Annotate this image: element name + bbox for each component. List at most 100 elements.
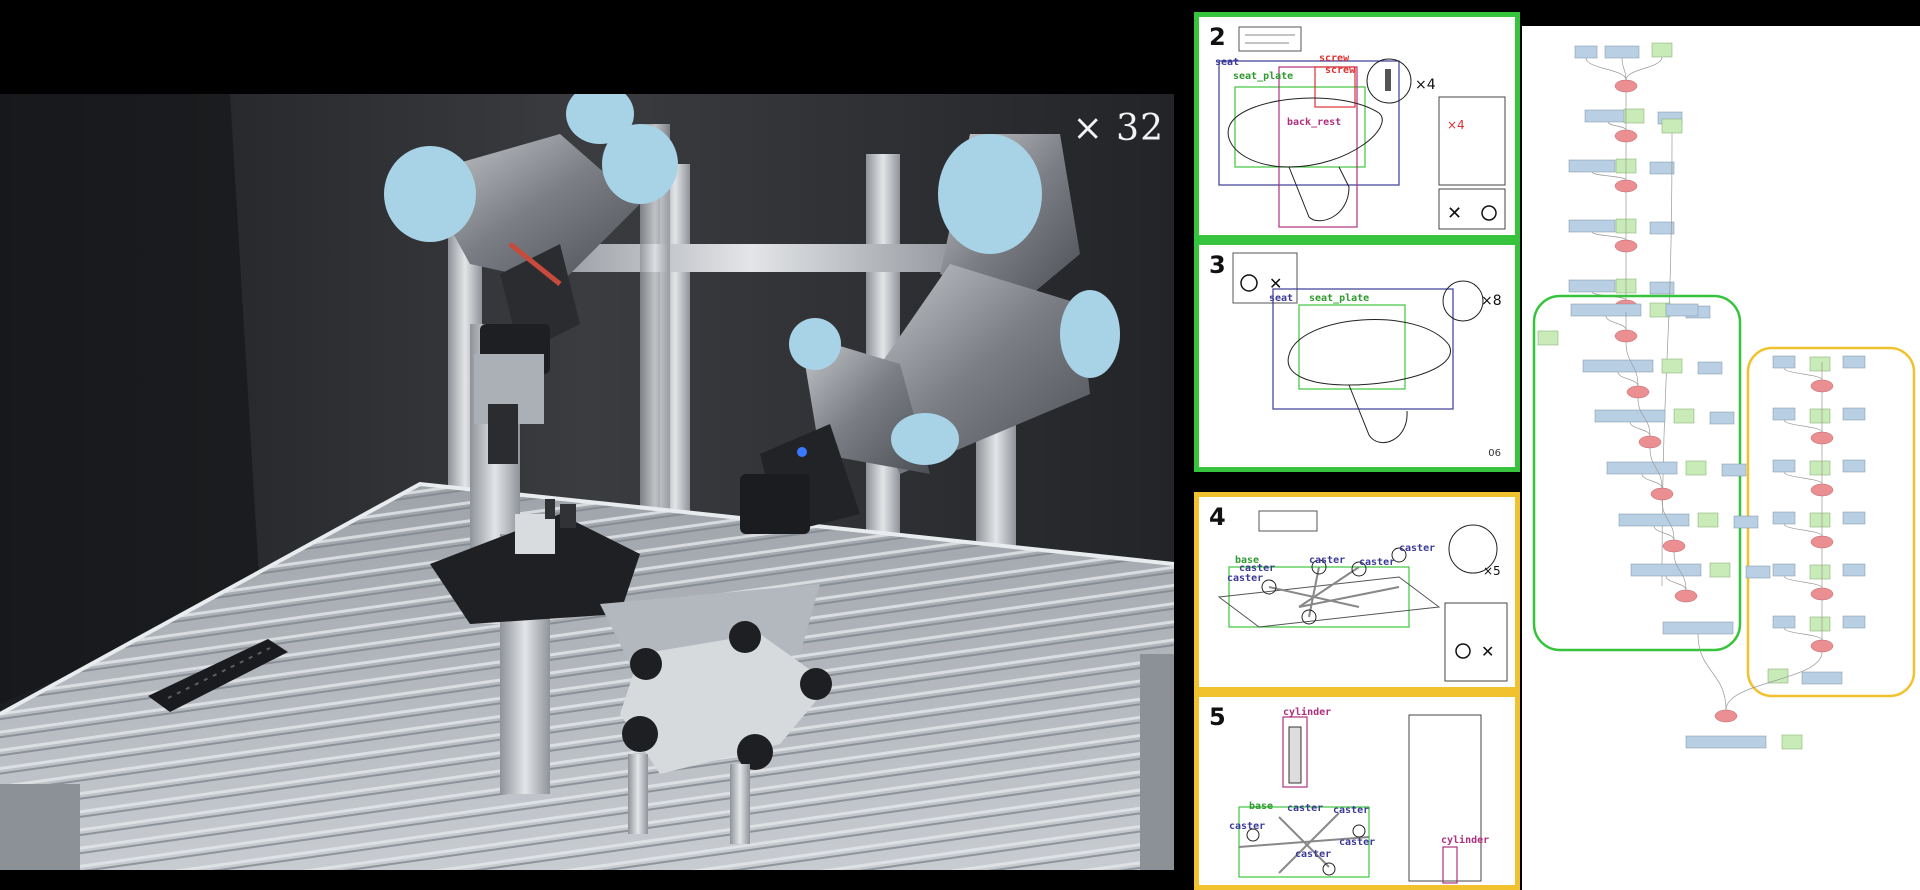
label-base: base (1235, 555, 1259, 566)
tool-node (1537, 330, 1559, 346)
tool-node (1697, 512, 1719, 528)
graph-edge (1697, 633, 1727, 711)
action-node (1614, 239, 1638, 253)
action-node (1614, 79, 1638, 93)
object-node (1606, 461, 1678, 475)
tool-node (1809, 564, 1831, 580)
tool-node (1685, 460, 1707, 476)
object-node (1630, 563, 1702, 577)
tool-node (1767, 668, 1789, 684)
step-5-diagram: cylinder caster caster caster caster bas… (1229, 706, 1489, 884)
action-node (1626, 385, 1650, 399)
label-caster-2: caster (1333, 805, 1369, 816)
step-2-diagram: ×4 ×4 ✕ seat seat_plate screw screw back… (1215, 26, 1506, 230)
svg-text:✕: ✕ (1447, 203, 1462, 224)
graph-edge (1653, 525, 1675, 541)
object-node (1649, 281, 1675, 295)
action-node (1810, 587, 1834, 601)
graph-edge (1625, 56, 1663, 81)
action-node (1714, 709, 1738, 723)
action-node (1638, 435, 1662, 449)
tool-node (1809, 356, 1831, 372)
object-node (1772, 563, 1796, 577)
label-cylinder-2: cylinder (1441, 834, 1489, 846)
object-node (1662, 621, 1734, 635)
object-node (1618, 513, 1690, 527)
manual-step-3: 3 ✕ ×8 seat seat_plate 06 (1194, 240, 1520, 472)
label-seat-plate: seat_plate (1233, 71, 1293, 82)
action-node (1614, 179, 1638, 193)
object-node (1772, 355, 1796, 369)
object-node (1842, 355, 1866, 369)
object-node (1570, 303, 1642, 317)
step-4-callout: ×5 (1483, 564, 1501, 578)
action-node (1674, 589, 1698, 603)
object-node (1685, 735, 1767, 749)
action-node (1810, 535, 1834, 549)
robot-assembly-photo: × 32 (0, 94, 1174, 870)
action-node (1650, 487, 1674, 501)
label-caster-5: caster (1227, 573, 1263, 584)
object-node (1842, 563, 1866, 577)
action-node (1810, 379, 1834, 393)
object-node (1574, 45, 1598, 59)
tool-node (1809, 512, 1831, 528)
tool-node (1709, 562, 1731, 578)
label-caster-3: caster (1359, 557, 1395, 568)
tool-node (1661, 118, 1683, 134)
manual-step-2: 2 ×4 ×4 ✕ seat seat_plate screw screw ba… (1194, 12, 1520, 240)
label-cylinder: cylinder (1283, 706, 1331, 718)
graph-edge (1605, 315, 1627, 331)
manual-step-5: 5 cylinder caster caster caster caster b… (1194, 692, 1520, 890)
label-caster-4: caster (1399, 543, 1435, 554)
tool-node (1809, 408, 1831, 424)
object-node (1568, 219, 1616, 233)
tool-node (1651, 42, 1673, 58)
step-2-callout: ×4 (1415, 77, 1436, 93)
tool-node (1661, 358, 1683, 374)
object-node (1709, 411, 1735, 425)
svg-text:✕: ✕ (1481, 642, 1494, 661)
object-node (1697, 361, 1723, 375)
object-node (1665, 303, 1699, 317)
graph-edge (1607, 121, 1627, 131)
object-node (1568, 159, 1616, 173)
manual-page-number: 06 (1488, 448, 1501, 459)
label-caster-4: caster (1339, 837, 1375, 848)
object-node (1733, 515, 1759, 529)
task-graph-diagram (1532, 42, 1916, 750)
label-caster-1: caster (1287, 803, 1323, 814)
object-node (1649, 161, 1675, 175)
tool-node (1809, 460, 1831, 476)
object-node (1721, 463, 1747, 477)
object-node (1604, 45, 1640, 59)
step-3-diagram: ✕ ×8 seat seat_plate (1232, 252, 1502, 444)
label-seat: seat (1215, 57, 1239, 68)
object-node (1594, 409, 1666, 423)
label-caster-2: caster (1309, 555, 1345, 566)
tool-node (1781, 734, 1803, 750)
graph-edge (1617, 371, 1639, 387)
object-node (1772, 615, 1796, 629)
tool-node (1673, 408, 1695, 424)
object-node (1772, 407, 1796, 421)
step-2-inset-callout: ×4 (1447, 118, 1465, 132)
action-node (1810, 431, 1834, 445)
label-seat-plate: seat_plate (1309, 293, 1369, 304)
action-node (1810, 639, 1834, 653)
action-node (1662, 539, 1686, 553)
object-node (1801, 671, 1843, 685)
object-node (1772, 459, 1796, 473)
graph-edge (1665, 575, 1687, 591)
object-node (1842, 511, 1866, 525)
object-node (1842, 407, 1866, 421)
tool-node (1623, 108, 1645, 124)
manual-step-4: 4 ×5 ✕ caster caster caster caster base … (1194, 492, 1520, 692)
step-4-diagram: ×5 ✕ caster caster caster caster base ca… (1217, 510, 1508, 682)
robot-scene (0, 94, 1174, 870)
label-caster-5: caster (1295, 849, 1331, 860)
label-screw-2: screw (1325, 65, 1356, 76)
graph-edge (1629, 421, 1651, 437)
label-caster-3: caster (1229, 821, 1265, 832)
step-3-callout: ×8 (1481, 293, 1502, 309)
